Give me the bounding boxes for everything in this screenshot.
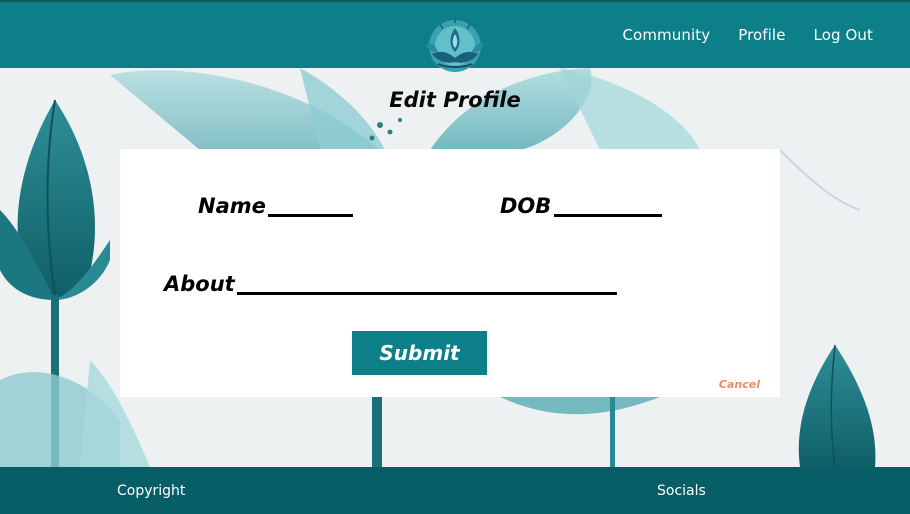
page-title: Edit Profile	[389, 88, 521, 112]
name-label: Name	[198, 194, 266, 218]
nav-logout-link[interactable]: Log Out	[814, 26, 873, 44]
nav-community-link[interactable]: Community	[622, 26, 710, 44]
dob-input[interactable]	[554, 214, 662, 217]
socials-link[interactable]: Socials	[657, 483, 706, 499]
nav-profile-link[interactable]: Profile	[738, 26, 785, 44]
edit-profile-form: Name DOB About Submit Cancel	[120, 149, 780, 397]
copyright-text: Copyright	[117, 483, 186, 499]
lotus-meditation-logo-icon[interactable]	[418, 16, 492, 76]
main-nav: Community Profile Log Out	[622, 26, 873, 44]
about-input[interactable]	[237, 292, 617, 295]
dob-label: DOB	[500, 194, 552, 218]
about-label: About	[164, 272, 235, 296]
name-input[interactable]	[268, 214, 353, 217]
cancel-link[interactable]: Cancel	[719, 378, 760, 391]
footer: Copyright Socials	[0, 467, 910, 514]
submit-button[interactable]: Submit	[352, 331, 487, 375]
